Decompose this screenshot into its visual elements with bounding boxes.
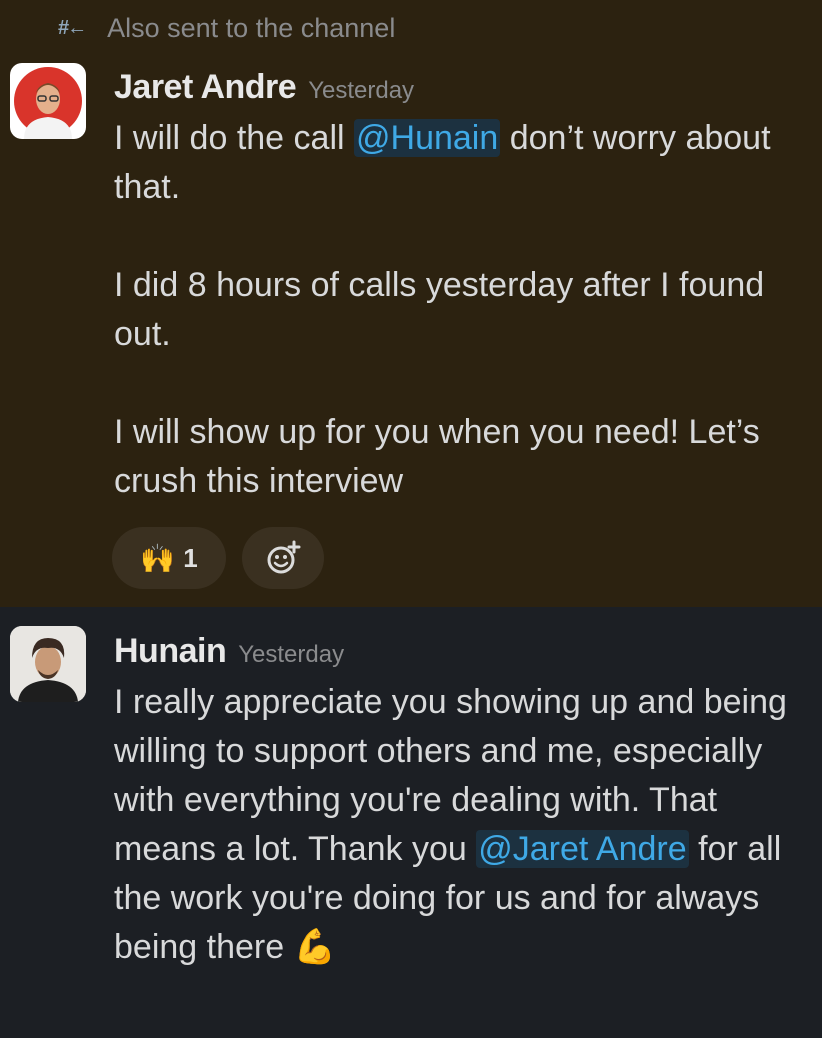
- message-body: I will do the call @Hunain don’t worry a…: [114, 114, 814, 506]
- reactions-bar: 🙌 1: [112, 527, 324, 589]
- also-sent-label: Also sent to the channel: [107, 12, 396, 43]
- text-segment: I will do the call: [114, 119, 354, 157]
- message-paragraph: I really appreciate you showing up and b…: [114, 678, 814, 972]
- add-reaction-button[interactable]: [242, 527, 324, 589]
- message-header: Jaret Andre Yesterday: [114, 68, 414, 107]
- author-name[interactable]: Jaret Andre: [114, 68, 297, 107]
- message-paragraph: I will show up for you when you need! Le…: [114, 413, 760, 500]
- author-name[interactable]: Hunain: [114, 632, 227, 671]
- message-paragraph: I will do the call @Hunain don’t worry a…: [114, 114, 814, 212]
- reaction-raised-hands[interactable]: 🙌 1: [112, 527, 226, 589]
- raised-hands-icon: 🙌: [140, 542, 176, 574]
- avatar-jaret-andre[interactable]: [10, 63, 86, 139]
- flexed-biceps-icon: 💪: [293, 928, 336, 966]
- timestamp[interactable]: Yesterday: [238, 641, 344, 669]
- message-header: Hunain Yesterday: [114, 632, 344, 671]
- avatar-hunain[interactable]: [10, 626, 86, 702]
- mention-hunain[interactable]: @Hunain: [354, 119, 501, 157]
- reaction-count: 1: [183, 542, 198, 573]
- channel-share-icon: #←: [58, 16, 87, 39]
- also-sent-to-channel-note: #← Also sent to the channel: [58, 10, 395, 46]
- mention-jaret-andre[interactable]: @Jaret Andre: [476, 830, 689, 868]
- timestamp[interactable]: Yesterday: [308, 77, 414, 105]
- message-body: I really appreciate you showing up and b…: [114, 678, 814, 972]
- add-reaction-icon: [267, 540, 301, 574]
- message-paragraph: I did 8 hours of calls yesterday after I…: [114, 266, 765, 353]
